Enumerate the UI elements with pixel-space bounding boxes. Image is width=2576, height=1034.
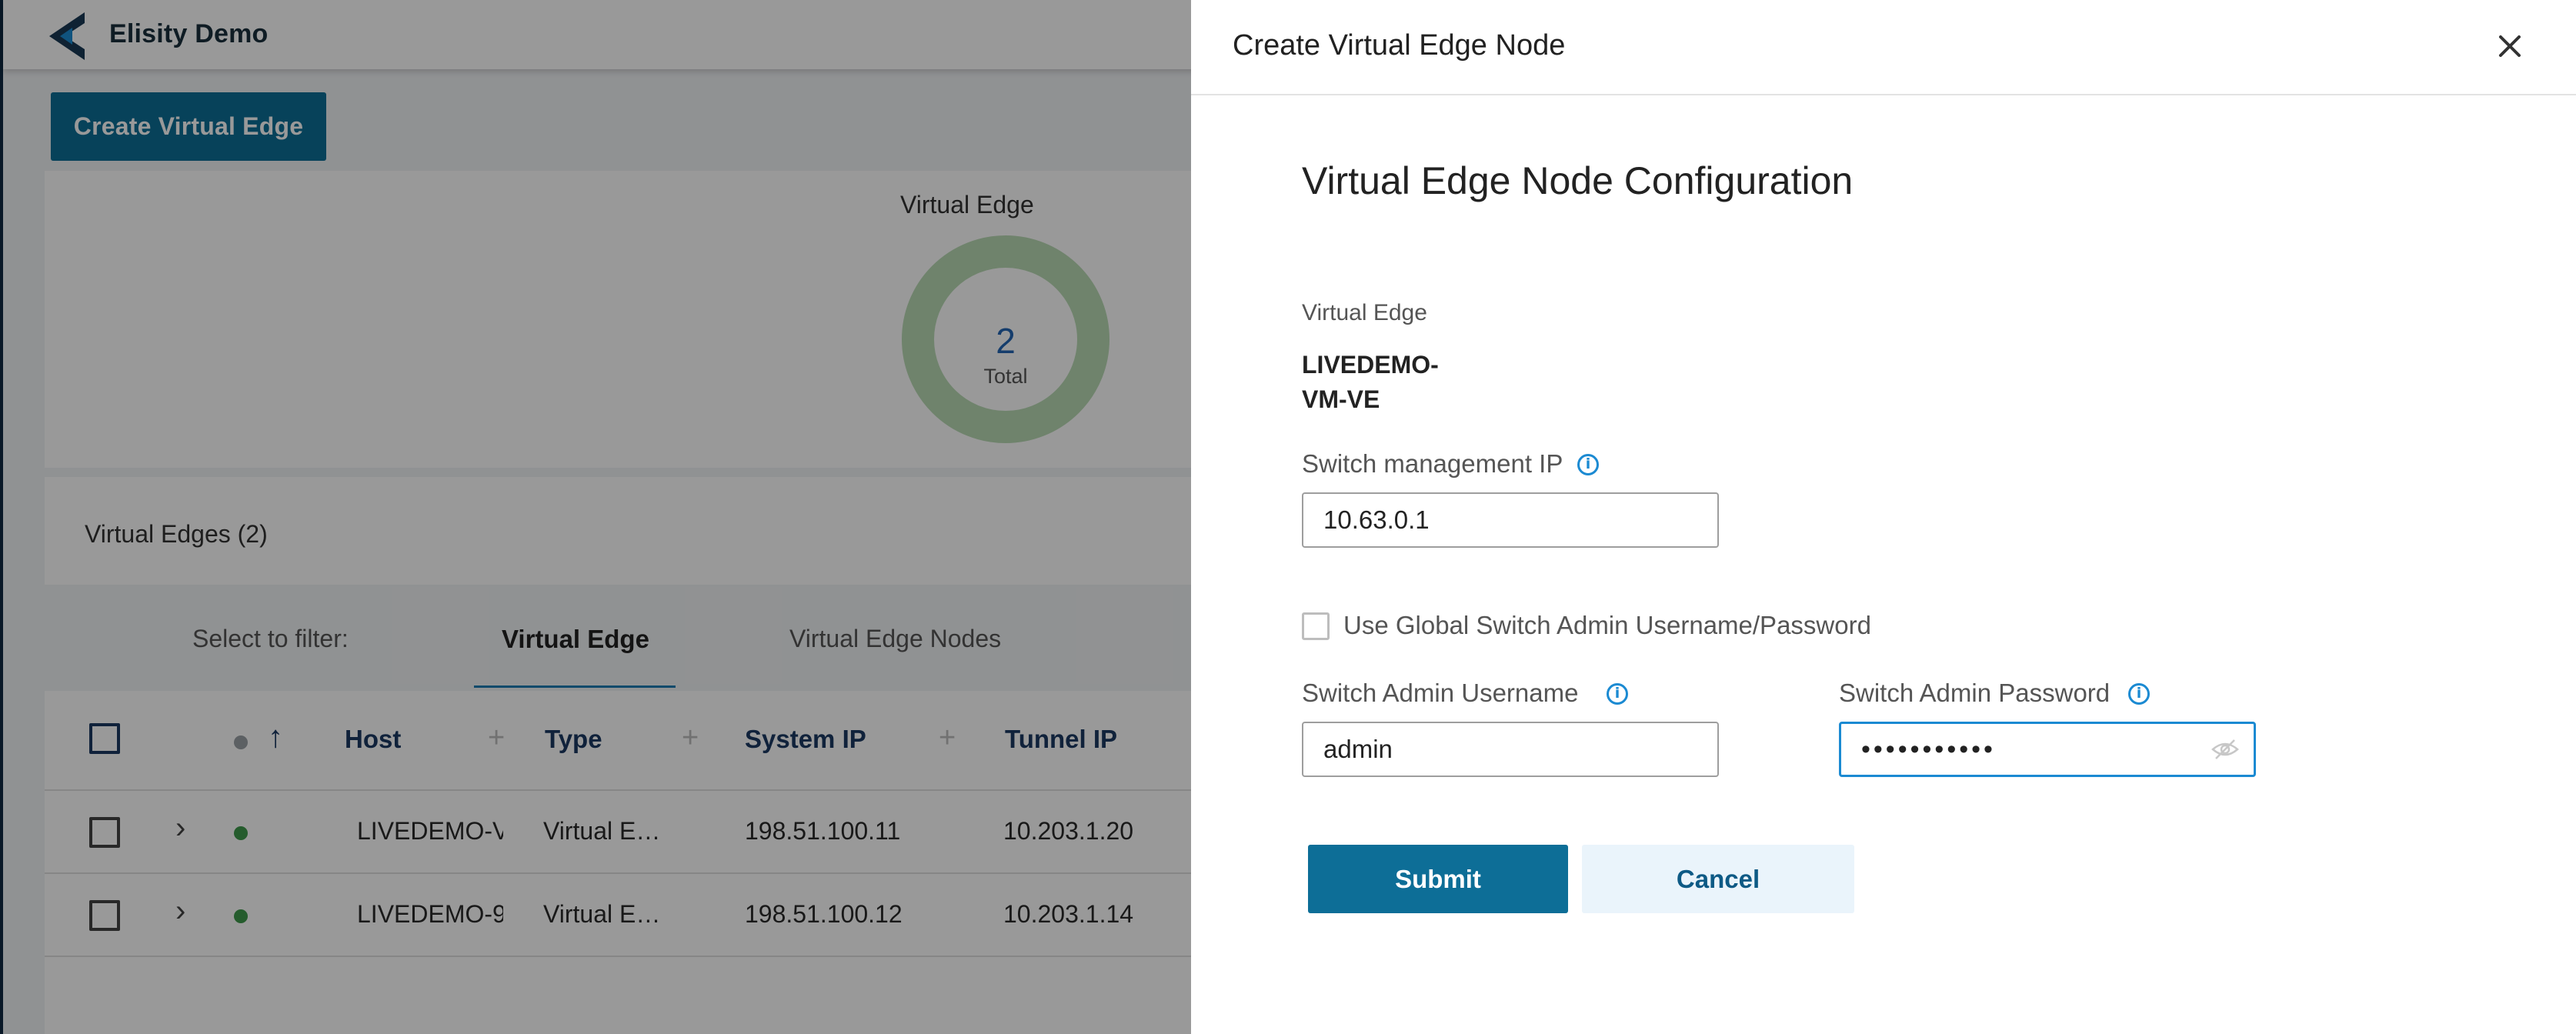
- info-icon[interactable]: [2128, 683, 2150, 705]
- info-icon[interactable]: [1577, 454, 1599, 475]
- close-icon[interactable]: [2488, 25, 2531, 68]
- password-label: Switch Admin Password: [1839, 679, 2111, 707]
- virtual-edge-label: Virtual Edge: [1302, 300, 1427, 325]
- mgmt-ip-input[interactable]: [1302, 492, 1719, 548]
- virtual-edge-value: LIVEDEMO-VM-VE: [1302, 351, 1439, 413]
- info-icon[interactable]: [1607, 683, 1628, 705]
- drawer-header: Create Virtual Edge Node: [1191, 0, 2576, 95]
- username-input[interactable]: [1302, 722, 1719, 777]
- use-global-credentials-label[interactable]: Use Global Switch Admin Username/Passwor…: [1343, 611, 1871, 640]
- password-input[interactable]: [1839, 722, 2256, 777]
- hide-password-eye-icon[interactable]: [2211, 737, 2239, 762]
- mgmt-ip-label: Switch management IP: [1302, 449, 1563, 478]
- submit-button[interactable]: Submit: [1308, 845, 1568, 913]
- modal-scrim[interactable]: [0, 0, 1191, 1034]
- use-global-credentials-checkbox[interactable]: [1302, 612, 1330, 640]
- section-title: Virtual Edge Node Configuration: [1302, 159, 1854, 202]
- drawer-title: Create Virtual Edge Node: [1233, 29, 1566, 62]
- username-label: Switch Admin Username: [1302, 679, 1579, 707]
- create-virtual-edge-node-drawer: Create Virtual Edge Node Virtual Edge No…: [1191, 0, 2576, 1034]
- cancel-button[interactable]: Cancel: [1582, 845, 1854, 913]
